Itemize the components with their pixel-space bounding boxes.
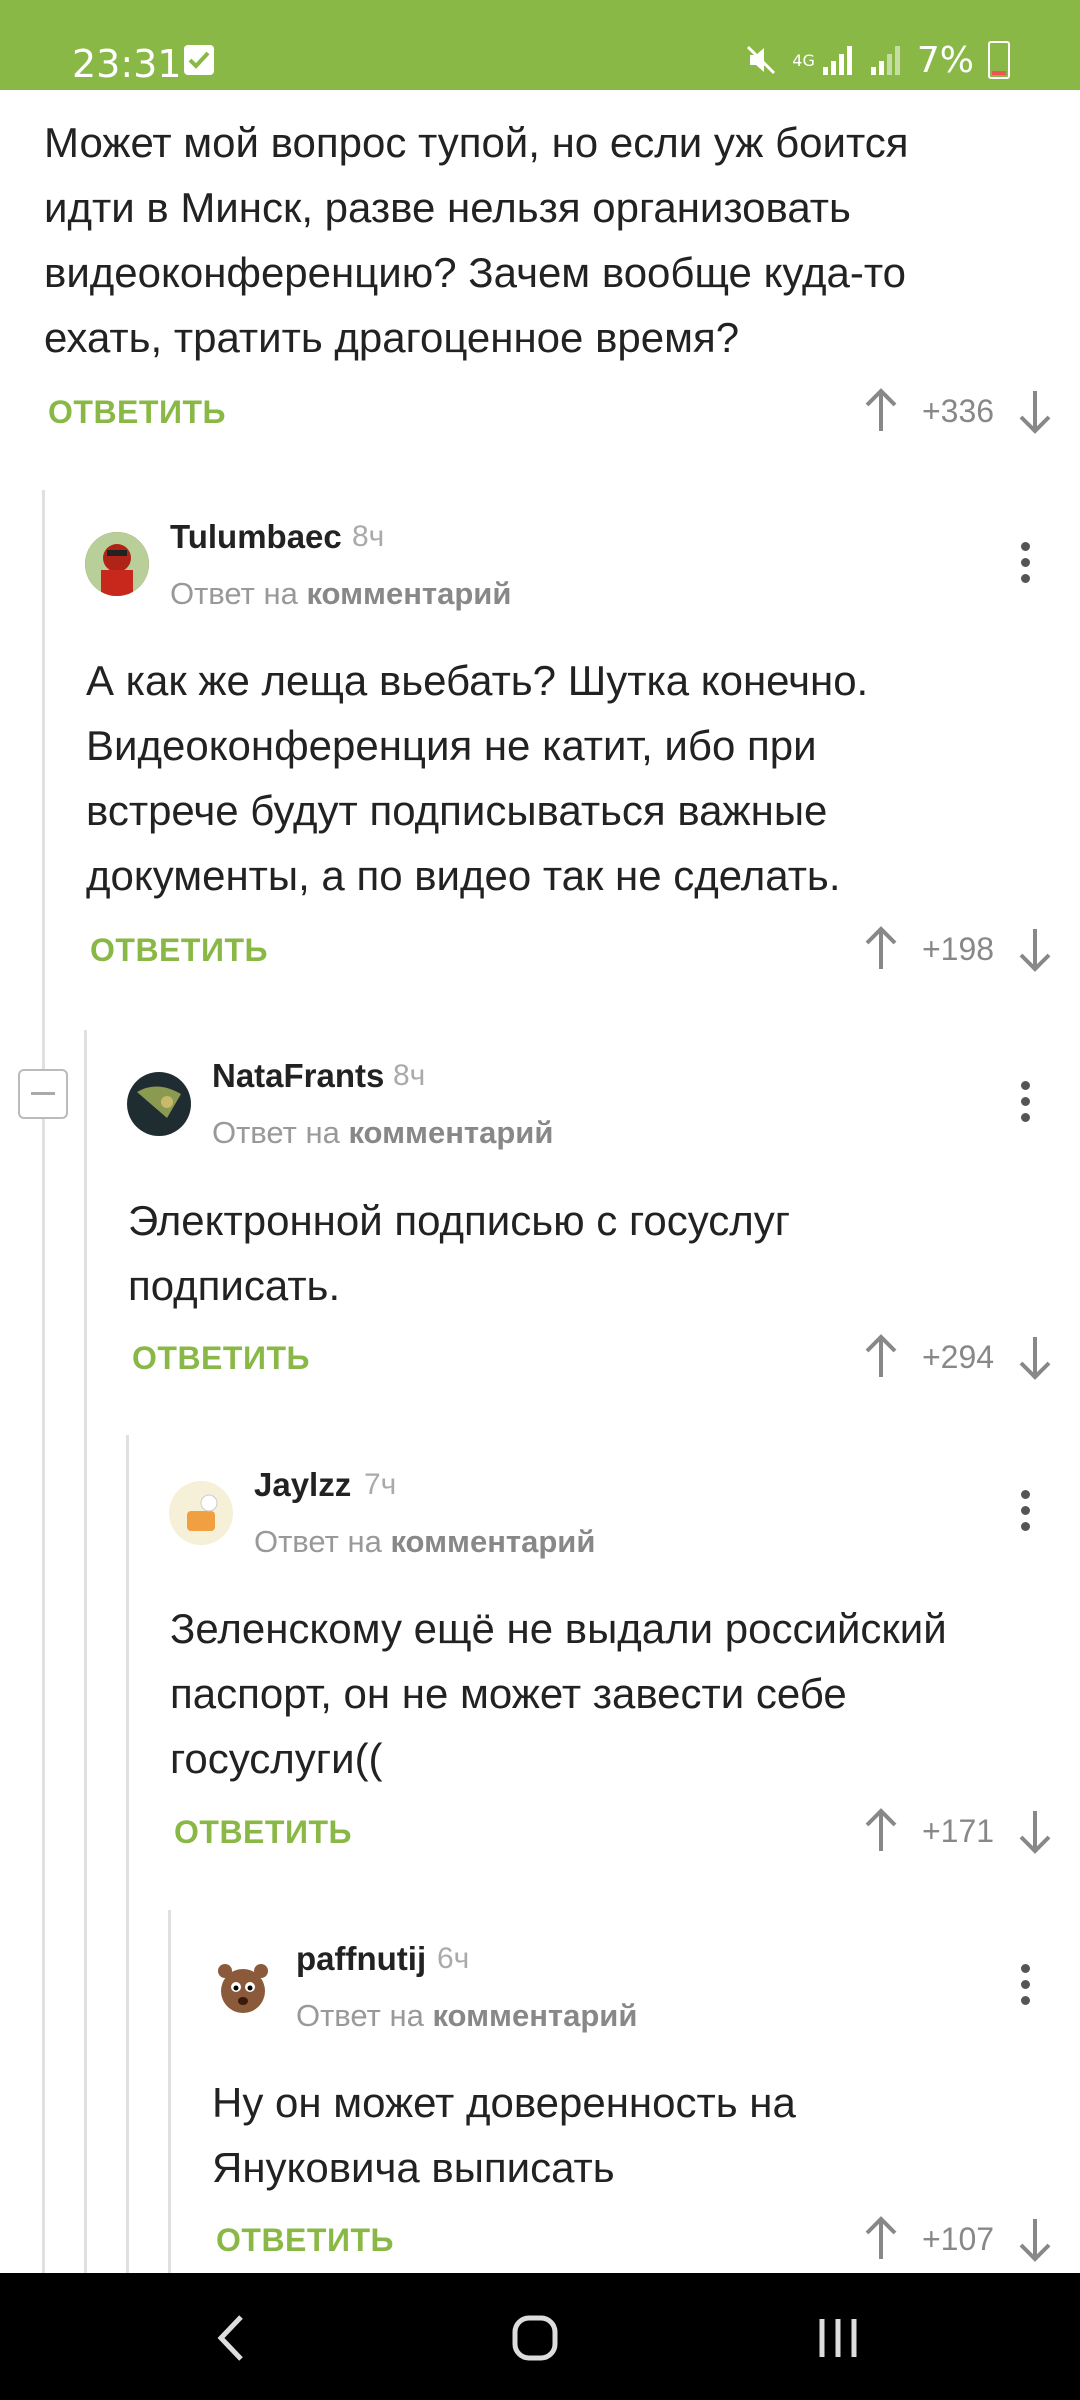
collapse-minus-icon[interactable] xyxy=(18,1069,68,1119)
username[interactable]: paffnutij xyxy=(296,1940,426,1978)
reply-to-link[interactable]: комментарий xyxy=(390,1524,595,1559)
vote-controls: +107 xyxy=(862,2214,1054,2264)
signal-icon xyxy=(822,46,852,75)
comment-age: 8ч xyxy=(352,520,385,553)
reply-to: Ответ на комментарий xyxy=(254,1524,596,1559)
home-icon[interactable] xyxy=(495,2303,575,2373)
reply-button[interactable]: ОТВЕТИТЬ xyxy=(216,2222,394,2259)
signal-2-icon xyxy=(870,46,900,75)
reply-to: Ответ на комментарий xyxy=(212,1115,554,1150)
reply-button[interactable]: ОТВЕТИТЬ xyxy=(132,1340,310,1377)
arrow-down-icon[interactable] xyxy=(1016,1807,1054,1855)
reply-to-link[interactable]: комментарий xyxy=(348,1115,553,1150)
arrow-down-icon[interactable] xyxy=(1016,2215,1054,2263)
network-type-label: 4G xyxy=(792,50,815,70)
reply-to: Ответ на комментарий xyxy=(170,576,512,611)
comment-age: 8ч xyxy=(393,1059,426,1092)
battery-level: 7% xyxy=(916,39,974,81)
vote-controls: +171 xyxy=(862,1806,1054,1856)
comment-text: А как же леща вьебать? Шутка конечно. Ви… xyxy=(86,657,869,899)
thread-line xyxy=(42,490,45,2273)
avatar[interactable] xyxy=(169,1481,233,1545)
back-icon[interactable] xyxy=(193,2303,273,2373)
more-vertical-icon[interactable] xyxy=(1019,1964,1031,2008)
username[interactable]: Tulumbaec xyxy=(170,518,342,556)
rating: +294 xyxy=(921,1338,995,1375)
thread-line xyxy=(168,1910,171,2273)
rating: +336 xyxy=(921,392,995,429)
comment-text: Может мой вопрос тупой, но если уж боитс… xyxy=(44,119,909,361)
more-vertical-icon[interactable] xyxy=(1019,542,1031,586)
comment-text: Электронной подписью с госуслуг подписат… xyxy=(128,1197,791,1309)
vote-controls: +336 xyxy=(862,386,1054,436)
battery-icon xyxy=(988,41,1010,79)
arrow-down-icon[interactable] xyxy=(1016,387,1054,435)
thread-line xyxy=(126,1435,129,2273)
reply-button[interactable]: ОТВЕТИТЬ xyxy=(90,932,268,969)
comments-list: Может мой вопрос тупой, но если уж боитс… xyxy=(0,90,1080,2273)
avatar[interactable] xyxy=(85,532,149,596)
rating: +107 xyxy=(921,2220,995,2257)
mute-icon xyxy=(747,45,776,75)
status-time: 23:31 xyxy=(72,42,182,86)
avatar[interactable] xyxy=(127,1072,191,1136)
rating: +171 xyxy=(921,1812,995,1849)
comment-text: Ну он может доверенность на Януковича вы… xyxy=(212,2079,796,2191)
reply-to-link[interactable]: комментарий xyxy=(432,1998,637,2033)
arrow-up-icon[interactable] xyxy=(862,387,900,435)
arrow-up-icon[interactable] xyxy=(862,2215,900,2263)
reply-to: Ответ на комментарий xyxy=(296,1998,638,2033)
comment-age: 6ч xyxy=(437,1942,470,1975)
system-navigation-bar xyxy=(0,2273,1080,2400)
arrow-up-icon[interactable] xyxy=(862,1333,900,1381)
username[interactable]: NataFrants xyxy=(212,1057,384,1095)
comment-text: Зеленскому ещё не выдали российский пасп… xyxy=(170,1605,947,1782)
comment-age: 7ч xyxy=(364,1468,397,1501)
vote-controls: +198 xyxy=(862,924,1054,974)
status-icons: 4G 7% xyxy=(744,39,1010,81)
avatar[interactable] xyxy=(211,1955,275,2019)
reply-button[interactable]: ОТВЕТИТЬ xyxy=(174,1814,352,1851)
status-bar: 23:31 4G 7% xyxy=(0,0,1080,90)
recents-icon[interactable] xyxy=(798,2303,878,2373)
reply-button[interactable]: ОТВЕТИТЬ xyxy=(48,394,226,431)
arrow-up-icon[interactable] xyxy=(862,925,900,973)
notification-check-icon xyxy=(184,45,214,75)
vote-controls: +294 xyxy=(862,1332,1054,1382)
arrow-down-icon[interactable] xyxy=(1016,925,1054,973)
reply-to-link[interactable]: комментарий xyxy=(306,576,511,611)
rating: +198 xyxy=(921,930,995,967)
more-vertical-icon[interactable] xyxy=(1019,1081,1031,1125)
arrow-down-icon[interactable] xyxy=(1016,1333,1054,1381)
thread-line xyxy=(84,1030,87,2273)
arrow-up-icon[interactable] xyxy=(862,1807,900,1855)
more-vertical-icon[interactable] xyxy=(1019,1490,1031,1534)
username[interactable]: Jaylzz xyxy=(254,1466,351,1504)
